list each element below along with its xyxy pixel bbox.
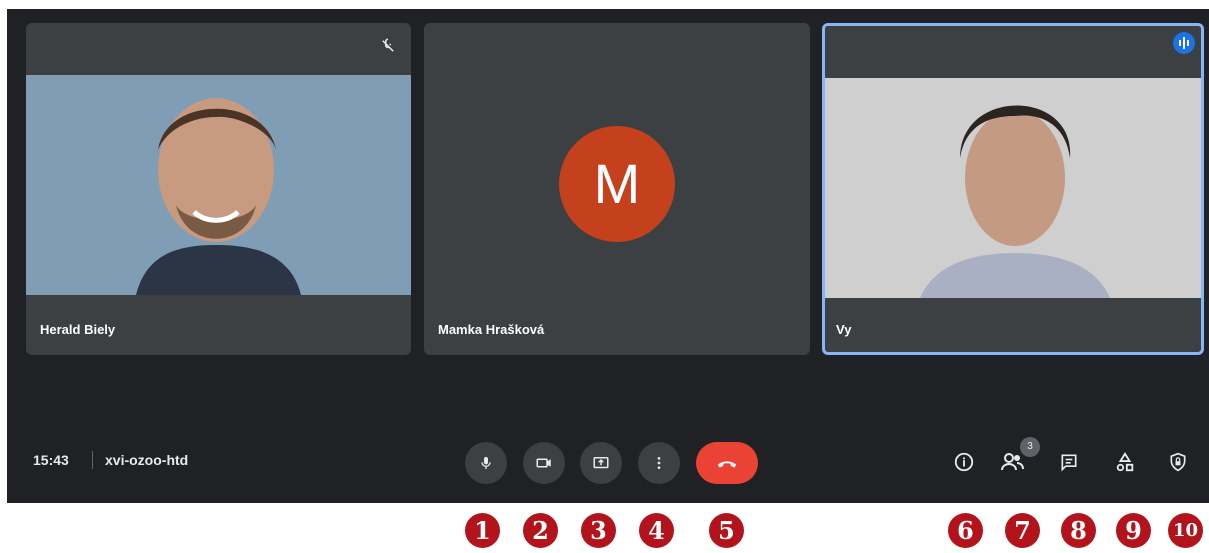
- speaking-indicator-icon: [1173, 32, 1195, 54]
- meeting-time: 15:43: [33, 452, 69, 468]
- host-controls-icon: [1168, 451, 1188, 473]
- mic-off-icon: [379, 37, 397, 55]
- self-video: [825, 78, 1201, 298]
- info-icon: [953, 451, 975, 473]
- hang-up-icon: [716, 456, 738, 470]
- more-options-button[interactable]: [638, 442, 680, 484]
- activities-icon: [1114, 451, 1136, 473]
- callout-marker: 6: [948, 513, 983, 548]
- callout-marker: 1: [465, 513, 500, 548]
- microphone-icon: [478, 455, 494, 471]
- callout-marker: 9: [1116, 513, 1151, 548]
- callout-marker: 3: [581, 513, 616, 548]
- meeting-window: Herald Biely M Mamka Hrašková Vy 15:43 x…: [7, 9, 1209, 503]
- callout-marker: 2: [523, 513, 558, 548]
- present-screen-button[interactable]: [580, 442, 622, 484]
- callout-marker: 4: [639, 513, 674, 548]
- chat-icon: [1059, 452, 1079, 472]
- people-button[interactable]: [999, 449, 1025, 475]
- camera-button[interactable]: [523, 442, 565, 484]
- tile-header: [825, 26, 1201, 78]
- hang-up-button[interactable]: [696, 442, 758, 484]
- participant-avatar: M: [559, 126, 675, 242]
- participant-tile-self[interactable]: Vy: [822, 23, 1204, 355]
- participant-tile-mamka[interactable]: M Mamka Hrašková: [424, 23, 810, 355]
- callout-marker: 7: [1005, 513, 1040, 548]
- info-button[interactable]: [951, 449, 977, 475]
- microphone-button[interactable]: [465, 442, 507, 484]
- activities-button[interactable]: [1112, 449, 1138, 475]
- host-controls-button[interactable]: [1165, 449, 1191, 475]
- meeting-code: xvi-ozoo-htd: [105, 452, 189, 468]
- tile-header: [26, 23, 411, 75]
- more-options-icon: [651, 455, 667, 471]
- participant-name: Vy: [836, 322, 852, 337]
- participant-video: [26, 75, 411, 295]
- bottom-toolbar: 15:43 xvi-ozoo-htd 3: [7, 429, 1209, 489]
- callout-marker: 10: [1168, 513, 1203, 548]
- callout-marker: 5: [709, 513, 744, 548]
- camera-icon: [535, 454, 553, 472]
- callout-marker: 8: [1061, 513, 1096, 548]
- participant-name: Herald Biely: [40, 322, 116, 337]
- people-icon: [1000, 451, 1024, 473]
- participant-tile-herald[interactable]: Herald Biely: [26, 23, 411, 355]
- present-screen-icon: [592, 454, 610, 472]
- divider: [92, 451, 93, 469]
- participant-name: Mamka Hrašková: [438, 322, 545, 337]
- chat-button[interactable]: [1056, 449, 1082, 475]
